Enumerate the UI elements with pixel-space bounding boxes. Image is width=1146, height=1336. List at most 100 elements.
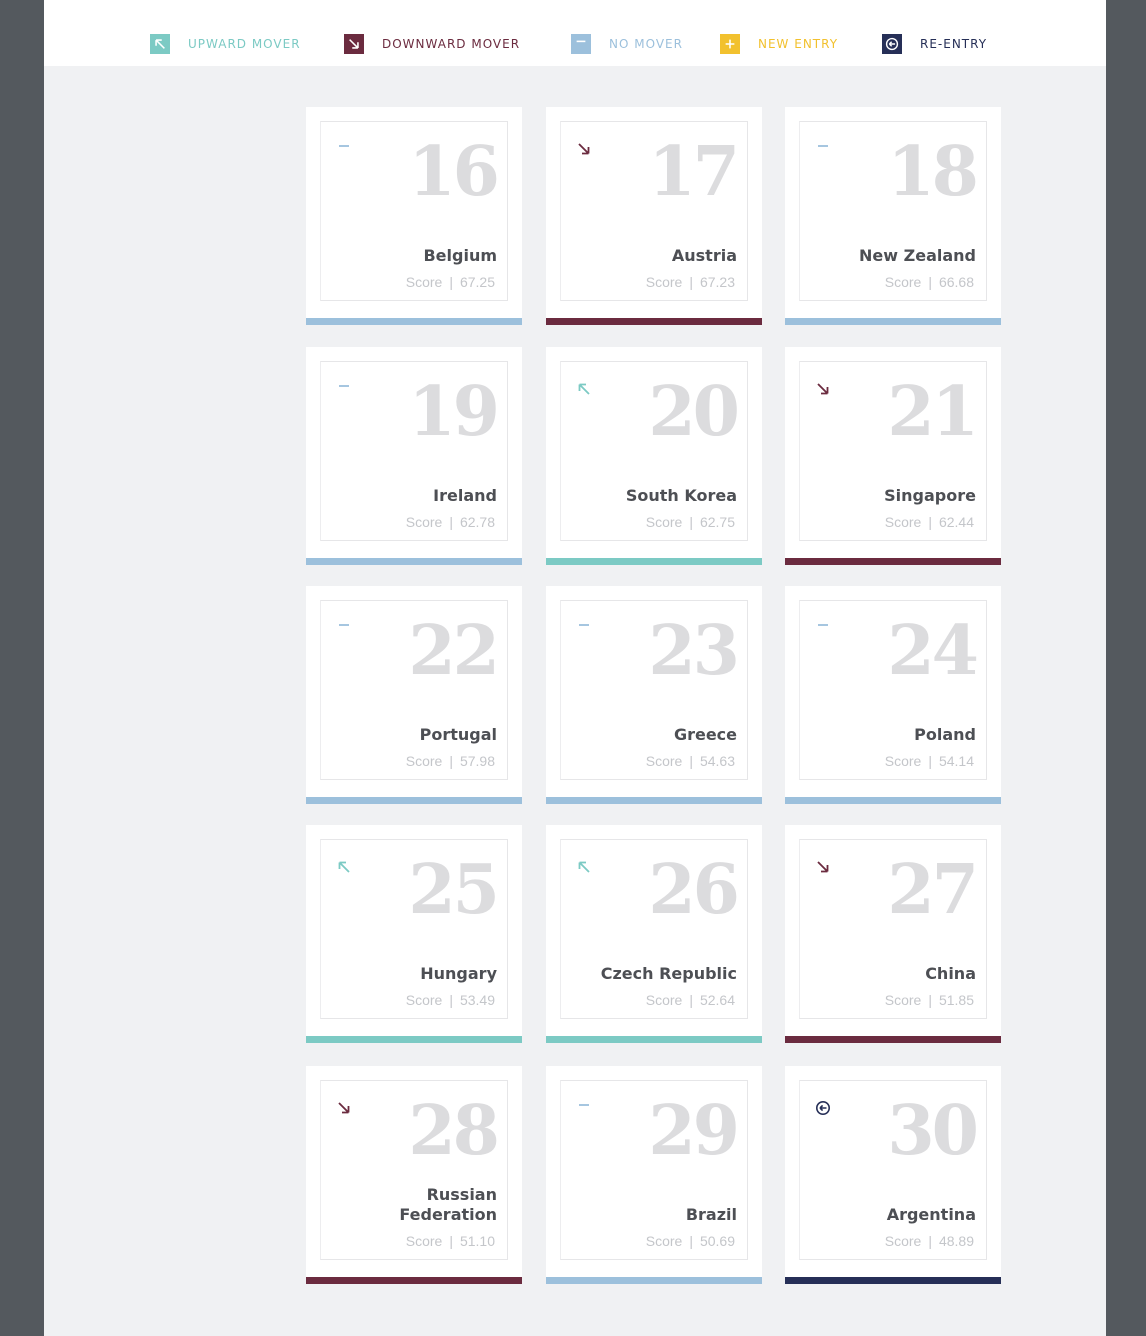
- score-value: 54.63: [699, 753, 735, 769]
- country-name: China: [925, 964, 976, 983]
- no-move-dash-icon: [335, 380, 353, 398]
- score-separator: |: [928, 274, 932, 290]
- country-card[interactable]: 24 Poland Score | 54.14: [785, 586, 1001, 804]
- country-name: Singapore: [884, 486, 976, 505]
- card-frame: 20 South Korea Score | 62.75: [560, 361, 748, 541]
- country-name: Poland: [914, 725, 976, 744]
- score-line: Score | 53.49: [406, 992, 495, 1008]
- no-move-dash-icon: [575, 619, 593, 637]
- score-separator: |: [928, 992, 932, 1008]
- score-value: 48.89: [938, 1233, 974, 1249]
- country-name: New Zealand: [859, 246, 976, 265]
- country-card[interactable]: 19 Ireland Score | 62.78: [306, 347, 522, 565]
- country-name: Greece: [673, 725, 737, 744]
- no-mover-icon: [571, 34, 591, 54]
- ranking-panel: UPWARD MOVER DOWNWARD MOVER NO MOVER NEW EN…: [44, 0, 1106, 1336]
- score-label: Score: [645, 274, 683, 290]
- score-line: Score | 48.89: [885, 1233, 974, 1249]
- country-card[interactable]: 25 Hungary Score | 53.49: [306, 825, 522, 1043]
- card-frame: 22 Portugal Score | 57.98: [320, 600, 508, 780]
- score-separator: |: [928, 753, 932, 769]
- score-separator: |: [689, 1233, 693, 1249]
- legend-label: NO MOVER: [609, 37, 683, 51]
- mover-status-bar: [306, 558, 522, 565]
- legend-label: NEW ENTRY: [758, 37, 839, 51]
- rank-number: 24: [887, 611, 979, 691]
- score-line: Score | 51.85: [885, 992, 974, 1008]
- country-card[interactable]: 18 New Zealand Score | 66.68: [785, 107, 1001, 325]
- country-card[interactable]: 28 Russian Federation Score | 51.10: [306, 1066, 522, 1284]
- upward-arrow-icon: [575, 858, 593, 876]
- legend-item-down: DOWNWARD MOVER: [344, 34, 520, 54]
- upward-arrow-icon: [575, 380, 593, 398]
- mover-status-bar: [306, 797, 522, 804]
- card-frame: 25 Hungary Score | 53.49: [320, 839, 508, 1019]
- rank-number: 30: [887, 1091, 979, 1171]
- score-label: Score: [645, 1233, 683, 1249]
- card-frame: 27 China Score | 51.85: [799, 839, 987, 1019]
- score-value: 66.68: [938, 274, 974, 290]
- score-line: Score | 66.68: [885, 274, 974, 290]
- country-card[interactable]: 29 Brazil Score | 50.69: [546, 1066, 762, 1284]
- rank-number: 21: [887, 372, 979, 452]
- card-frame: 17 Austria Score | 67.23: [560, 121, 748, 301]
- score-value: 54.14: [938, 753, 974, 769]
- score-label: Score: [884, 753, 922, 769]
- country-name: Argentina: [886, 1205, 976, 1224]
- score-line: Score | 62.44: [885, 514, 974, 530]
- mover-status-bar: [546, 558, 762, 565]
- rank-number: 25: [408, 850, 500, 930]
- rank-number: 19: [408, 372, 500, 452]
- score-line: Score | 62.78: [406, 514, 495, 530]
- country-card[interactable]: 22 Portugal Score | 57.98: [306, 586, 522, 804]
- upward-arrow-icon: [335, 858, 353, 876]
- rank-number: 28: [408, 1091, 500, 1171]
- score-separator: |: [689, 514, 693, 530]
- rank-number: 16: [408, 132, 500, 212]
- country-card[interactable]: 30 Argentina Score | 48.89: [785, 1066, 1001, 1284]
- legend-item-up: UPWARD MOVER: [150, 34, 301, 54]
- mover-status-bar: [546, 318, 762, 325]
- rank-number: 22: [408, 611, 500, 691]
- country-card[interactable]: 16 Belgium Score | 67.25: [306, 107, 522, 325]
- downward-arrow-icon: [814, 380, 832, 398]
- score-separator: |: [449, 514, 453, 530]
- mover-status-bar: [785, 1036, 1001, 1043]
- score-value: 51.85: [938, 992, 974, 1008]
- country-card[interactable]: 17 Austria Score | 67.23: [546, 107, 762, 325]
- score-value: 52.64: [699, 992, 735, 1008]
- upward-mover-icon: [150, 34, 170, 54]
- card-frame: 28 Russian Federation Score | 51.10: [320, 1080, 508, 1260]
- score-label: Score: [645, 753, 683, 769]
- score-value: 67.25: [459, 274, 495, 290]
- legend-item-none: NO MOVER: [571, 34, 683, 54]
- country-name: Ireland: [433, 486, 497, 505]
- rank-number: 26: [648, 850, 740, 930]
- score-label: Score: [884, 274, 922, 290]
- score-line: Score | 51.10: [406, 1233, 495, 1249]
- country-card[interactable]: 21 Singapore Score | 62.44: [785, 347, 1001, 565]
- new-entry-icon: [720, 34, 740, 54]
- score-value: 62.44: [938, 514, 974, 530]
- score-line: Score | 67.25: [406, 274, 495, 290]
- card-frame: 18 New Zealand Score | 66.68: [799, 121, 987, 301]
- country-card[interactable]: 26 Czech Republic Score | 52.64: [546, 825, 762, 1043]
- downward-mover-icon: [344, 34, 364, 54]
- country-card[interactable]: 27 China Score | 51.85: [785, 825, 1001, 1043]
- score-label: Score: [645, 514, 683, 530]
- no-move-dash-icon: [575, 1099, 593, 1117]
- country-name: South Korea: [625, 486, 737, 505]
- mover-status-bar: [546, 797, 762, 804]
- score-separator: |: [449, 274, 453, 290]
- card-frame: 21 Singapore Score | 62.44: [799, 361, 987, 541]
- legend-item-reentry: RE-ENTRY: [882, 34, 987, 54]
- score-separator: |: [689, 274, 693, 290]
- country-card[interactable]: 23 Greece Score | 54.63: [546, 586, 762, 804]
- score-value: 57.98: [459, 753, 495, 769]
- score-label: Score: [405, 274, 443, 290]
- score-separator: |: [928, 514, 932, 530]
- country-card[interactable]: 20 South Korea Score | 62.75: [546, 347, 762, 565]
- no-move-dash-icon: [814, 619, 832, 637]
- card-frame: 16 Belgium Score | 67.25: [320, 121, 508, 301]
- score-line: Score | 54.14: [885, 753, 974, 769]
